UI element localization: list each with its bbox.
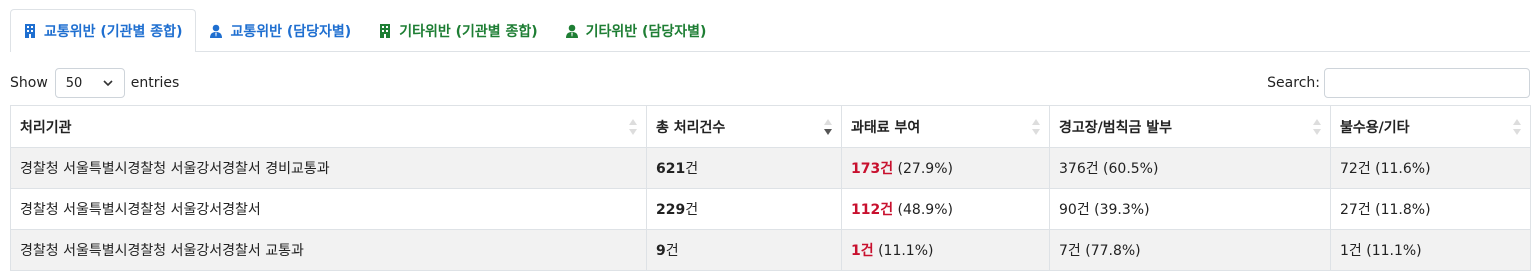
sort-desc-icon [823, 118, 833, 136]
tab-label: 교통위반 (기관별 종합) [44, 24, 183, 40]
search-label: Search: [1267, 75, 1320, 91]
cell-rejected: 1건 (11.1%) [1330, 229, 1531, 271]
entries-select[interactable]: 50 [54, 68, 125, 98]
tab-bar: 교통위반 (기관별 종합) 교통위반 (담당자별) 기타위반 (기관별 종합) … [10, 9, 1530, 52]
cell-warning: 90건 (39.3%) [1049, 188, 1331, 230]
tab-traffic-staff[interactable]: 교통위반 (담당자별) [196, 9, 365, 51]
tab-label: 기타위반 (기관별 종합) [399, 23, 538, 40]
entries-select-value: 50 [65, 75, 83, 91]
cell-warning: 376건 (60.5%) [1049, 147, 1331, 189]
building-icon [378, 23, 392, 38]
cell-total: 621건 [646, 147, 842, 189]
cell-rejected: 72건 (11.6%) [1330, 147, 1531, 189]
tab-traffic-agency[interactable]: 교통위반 (기관별 종합) [10, 9, 197, 52]
table-row: 경찰청 서울특별시경찰청 서울강서경찰서 229건 112건 (48.9%) 9… [10, 188, 1531, 230]
cell-agency: 경찰청 서울특별시경찰청 서울강서경찰서 경비교통과 [10, 147, 647, 189]
search-control: Search: [1267, 68, 1530, 98]
cell-agency: 경찰청 서울특별시경찰청 서울강서경찰서 교통과 [10, 229, 647, 271]
person-icon [565, 24, 579, 38]
cell-rejected: 27건 (11.8%) [1330, 188, 1531, 230]
tab-label: 기타위반 (담당자별) [585, 23, 707, 40]
table-row: 경찰청 서울특별시경찰청 서울강서경찰서 교통과 9건 1건 (11.1%) 7… [10, 229, 1531, 271]
column-header-fine[interactable]: 과태료 부여 [841, 105, 1050, 148]
tab-label: 교통위반 (담당자별) [230, 23, 352, 40]
tab-other-staff[interactable]: 기타위반 (담당자별) [552, 9, 721, 51]
sort-both-icon [1312, 118, 1322, 136]
cell-fine: 173건 (27.9%) [841, 147, 1050, 189]
column-header-warning[interactable]: 경고장/범칙금 발부 [1049, 105, 1331, 148]
chevron-down-icon [102, 77, 114, 89]
cell-agency: 경찰청 서울특별시경찰청 서울강서경찰서 [10, 188, 647, 230]
building-icon [23, 24, 37, 38]
table-header-row: 처리기관 총 처리건수 과태료 부여 경고장/범칙금 발부 불수용/기타 [10, 105, 1531, 148]
data-table: 처리기관 총 처리건수 과태료 부여 경고장/범칙금 발부 불수용/기타 경찰청… [10, 105, 1531, 271]
column-header-total[interactable]: 총 처리건수 [646, 105, 842, 148]
sort-both-icon [628, 118, 638, 136]
cell-total: 229건 [646, 188, 842, 230]
table-row: 경찰청 서울특별시경찰청 서울강서경찰서 경비교통과 621건 173건 (27… [10, 147, 1531, 189]
cell-fine: 1건 (11.1%) [841, 229, 1050, 271]
cell-warning: 7건 (77.8%) [1049, 229, 1331, 271]
length-prefix: Show [10, 75, 48, 91]
column-header-rejected[interactable]: 불수용/기타 [1330, 105, 1531, 148]
length-suffix: entries [130, 75, 180, 91]
search-input[interactable] [1324, 68, 1530, 98]
column-header-agency[interactable]: 처리기관 [10, 105, 647, 148]
sort-both-icon [1031, 118, 1041, 136]
person-icon [209, 24, 223, 38]
sort-both-icon [1512, 118, 1522, 136]
tab-other-agency[interactable]: 기타위반 (기관별 종합) [365, 9, 551, 51]
cell-total: 9건 [646, 229, 842, 271]
cell-fine: 112건 (48.9%) [841, 188, 1050, 230]
entries-length-control: Show 50 entries [10, 68, 179, 98]
